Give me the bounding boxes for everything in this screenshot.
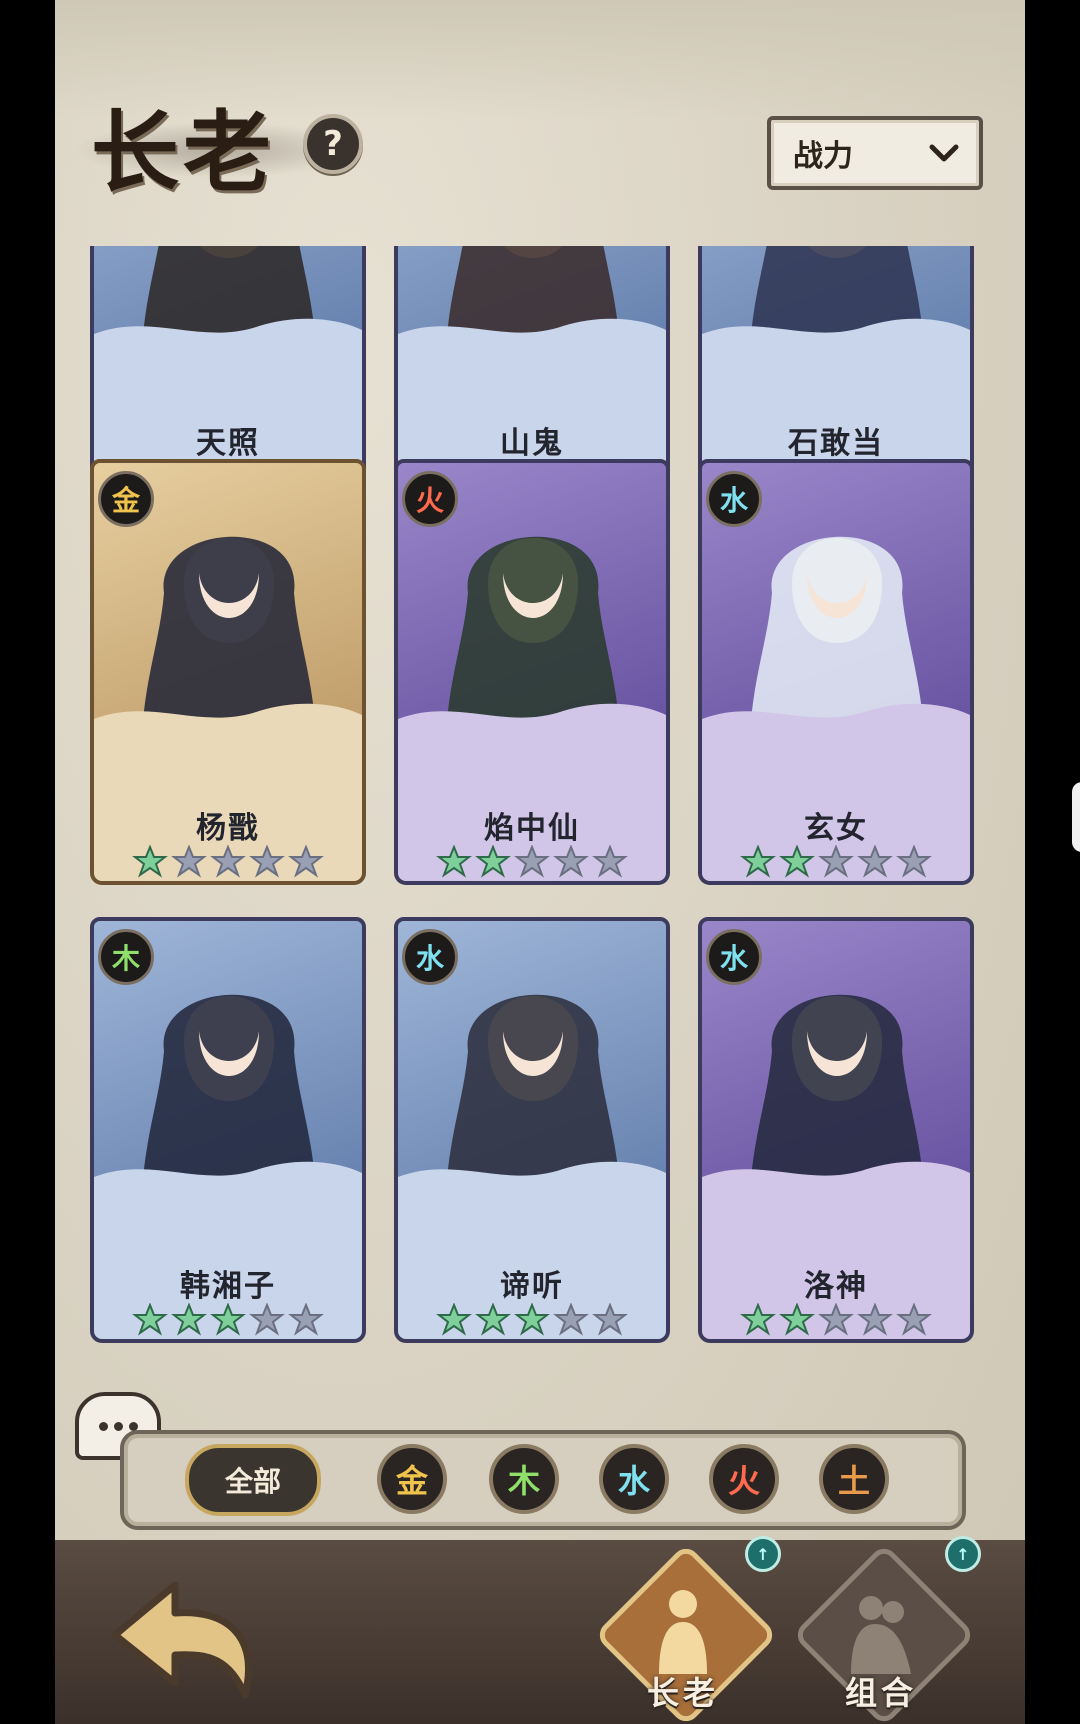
tab-elders-label: 长老	[646, 1674, 719, 1712]
star-empty-icon	[553, 1303, 589, 1336]
star-filled-icon	[740, 845, 776, 878]
elder-card[interactable]: 火焰中仙	[394, 459, 670, 885]
elder-name: 天照	[196, 426, 260, 461]
elder-name: 谛听	[500, 1269, 564, 1304]
star-rating	[394, 1303, 670, 1339]
star-empty-icon	[818, 845, 854, 878]
star-rating	[394, 845, 670, 881]
star-empty-icon	[896, 1303, 932, 1336]
elder-name: 韩湘子	[180, 1269, 276, 1304]
elder-card[interactable]: 水玄女	[698, 459, 974, 885]
star-empty-icon	[818, 1303, 854, 1336]
star-empty-icon	[288, 1303, 324, 1336]
elder-card[interactable]: 木韩湘子	[90, 917, 366, 1343]
star-empty-icon	[553, 845, 589, 878]
page-title: 长老	[91, 100, 276, 204]
tab-combinations[interactable]: 组合	[792, 1540, 976, 1724]
elder-name: 玄女	[804, 811, 868, 846]
star-empty-icon	[857, 845, 893, 878]
element-badge: 水	[706, 471, 762, 527]
elder-figure-icon	[659, 1590, 707, 1674]
star-empty-icon	[592, 845, 628, 878]
star-empty-icon	[857, 1303, 893, 1336]
element-badge: 金	[98, 471, 154, 527]
chat-dot-icon	[98, 1421, 108, 1431]
elder-name: 山鬼	[500, 426, 564, 461]
back-arrow-icon[interactable]	[95, 1565, 275, 1715]
star-empty-icon	[592, 1303, 628, 1336]
game-screen: 长老 ? 战力 天照 山鬼 石敢当金杨戬火焰中仙水玄女木韩湘子水谛听水洛神 全部 金…	[55, 0, 1025, 1724]
tab-combinations-label: 组合	[844, 1674, 917, 1712]
star-filled-icon	[436, 1303, 472, 1336]
star-filled-icon	[779, 845, 815, 878]
page-header: 长老 ?	[73, 82, 373, 204]
star-filled-icon	[132, 845, 168, 878]
element-badge: 火	[402, 471, 458, 527]
filter-fire-button[interactable]: 火	[709, 1444, 779, 1514]
star-rating	[90, 1303, 366, 1339]
star-empty-icon	[249, 1303, 285, 1336]
star-empty-icon	[171, 845, 207, 878]
elder-name: 杨戬	[196, 811, 260, 846]
help-button[interactable]: ?	[303, 114, 363, 174]
elder-card-grid: 天照 山鬼 石敢当金杨戬火焰中仙水玄女木韩湘子水谛听水洛神	[90, 246, 1000, 1402]
star-rating	[90, 845, 366, 881]
star-empty-icon	[210, 845, 246, 878]
elder-card[interactable]: 水洛神	[698, 917, 974, 1343]
tab-elders[interactable]: 长老	[594, 1540, 778, 1724]
star-filled-icon	[779, 1303, 815, 1336]
star-filled-icon	[514, 1303, 550, 1336]
star-empty-icon	[896, 845, 932, 878]
star-empty-icon	[288, 845, 324, 878]
star-empty-icon	[249, 845, 285, 878]
filter-metal-button[interactable]: 金	[377, 1444, 447, 1514]
star-rating	[698, 1303, 974, 1339]
combinations-upgrade-badge-icon: ↑	[945, 1536, 981, 1572]
star-empty-icon	[514, 845, 550, 878]
star-filled-icon	[475, 1303, 511, 1336]
star-rating	[698, 845, 974, 881]
filter-wood-button[interactable]: 木	[489, 1444, 559, 1514]
filter-earth-button[interactable]: 土	[819, 1444, 889, 1514]
chat-dot-icon	[113, 1421, 123, 1431]
element-badge: 木	[98, 929, 154, 985]
sort-selected-label: 战力	[793, 139, 853, 174]
elder-card[interactable]: 金杨戬	[90, 459, 366, 885]
group-figure-icon	[851, 1596, 911, 1674]
elder-name: 石敢当	[788, 426, 884, 461]
star-filled-icon	[132, 1303, 168, 1336]
star-filled-icon	[210, 1303, 246, 1336]
sort-dropdown[interactable]: 战力	[767, 116, 983, 190]
star-filled-icon	[740, 1303, 776, 1336]
star-filled-icon	[436, 845, 472, 878]
elder-name: 洛神	[804, 1269, 868, 1304]
filter-water-button[interactable]: 水	[599, 1444, 669, 1514]
element-badge: 水	[706, 929, 762, 985]
elder-name: 焰中仙	[484, 811, 580, 846]
side-edge-handle[interactable]	[1072, 782, 1080, 852]
filter-all-button[interactable]: 全部	[185, 1444, 321, 1516]
element-badge: 水	[402, 929, 458, 985]
chevron-down-icon	[929, 144, 959, 162]
star-filled-icon	[171, 1303, 207, 1336]
elder-card[interactable]: 水谛听	[394, 917, 670, 1343]
star-filled-icon	[475, 845, 511, 878]
elders-upgrade-badge-icon: ↑	[745, 1536, 781, 1572]
